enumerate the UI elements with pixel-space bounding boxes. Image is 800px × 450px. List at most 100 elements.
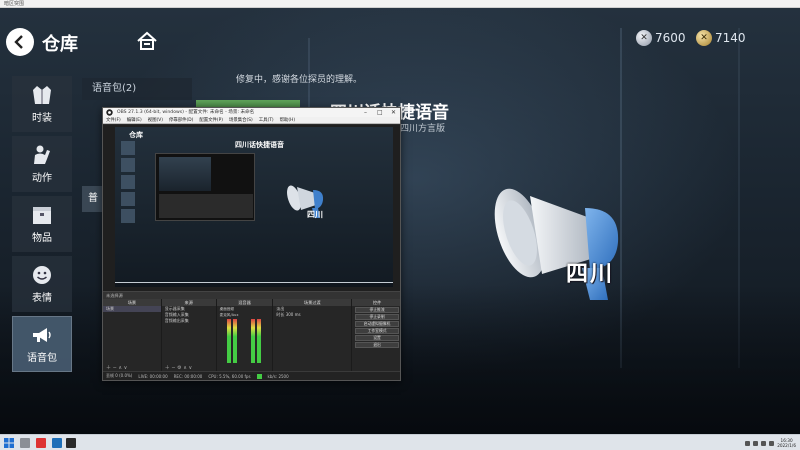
obs-title: OBS 27.1.3 (64-bit, windows) - 配置文件: 未命名… xyxy=(117,110,255,115)
status-cpu: CPU: 5.5%, 60.00 fps xyxy=(208,373,251,379)
voice-pack-tile[interactable]: 普 xyxy=(82,186,104,212)
status-rec: REC: 00:00:00 xyxy=(173,373,203,379)
status-dropped-frames: 丢帧 0 (0.0%) xyxy=(106,373,133,378)
nav-item-gesture[interactable]: 动作 xyxy=(12,136,72,192)
nav-label: 时装 xyxy=(32,113,52,124)
volume-meter xyxy=(250,319,255,363)
silver-currency: ✕ 7600 xyxy=(636,28,686,48)
preview-capture: 仓库 四川话快捷语音 四川 xyxy=(115,127,393,287)
stop-streaming-button[interactable]: 停止推流 xyxy=(355,307,399,313)
app-icon[interactable] xyxy=(36,438,46,448)
dock-title: 场景 xyxy=(103,299,161,306)
menu-view[interactable]: 视图(V) xyxy=(148,117,163,123)
obs-window[interactable]: OBS 27.1.3 (64-bit, windows) - 配置文件: 未命名… xyxy=(102,107,401,381)
minimize-icon[interactable]: – xyxy=(364,108,367,117)
back-button[interactable] xyxy=(6,28,34,56)
app-icon[interactable] xyxy=(52,438,62,448)
back-arrow-icon xyxy=(14,35,23,49)
gold-amount: 7140 xyxy=(715,31,746,45)
maintenance-notice: 修复中，感谢各位探员的理解。 xyxy=(236,75,363,85)
preview-nav xyxy=(121,141,135,251)
box-icon xyxy=(33,207,51,224)
menu-docks[interactable]: 停靠部件(D) xyxy=(169,117,193,123)
menu-help[interactable]: 帮助(H) xyxy=(280,117,296,123)
status-indicator-icon xyxy=(256,373,262,379)
virtual-camera-button[interactable]: 启动虚拟摄像机 xyxy=(355,321,399,327)
dock-tools[interactable]: ＋ − ⚙ ∧ ∨ xyxy=(165,364,192,371)
home-icon[interactable] xyxy=(136,30,158,52)
windows-start-icon[interactable] xyxy=(4,438,14,448)
obs-source-toolbar: 未选择源 xyxy=(103,291,400,299)
preview-taskbar xyxy=(115,282,393,287)
nav-label: 动作 xyxy=(32,173,52,184)
obs-statusbar: 丢帧 0 (0.0%) LIVE: 00:00:00 REC: 00:00:00… xyxy=(103,371,400,380)
nav-item-voice-pack[interactable]: 语音包 xyxy=(12,316,72,372)
studio-mode-button[interactable]: 工作室模式 xyxy=(355,328,399,334)
dock-title: 来源 xyxy=(161,299,216,306)
preview-title: 仓库 xyxy=(129,131,143,139)
scenes-dock: 场景 场景 ＋ − ∧ ∨ xyxy=(103,299,161,373)
window-title: 暗区突围 xyxy=(4,1,25,7)
dock-tools[interactable]: ＋ − ∧ ∨ xyxy=(106,364,127,371)
input-method-icon[interactable] xyxy=(769,440,775,446)
status-live: LIVE: 00:00:00 xyxy=(138,373,168,379)
source-item[interactable]: 音频输出采集 xyxy=(162,318,216,324)
windows-taskbar: 16:30 2022/1/6 xyxy=(0,434,800,450)
megaphone-icon xyxy=(494,188,619,300)
tray-icon[interactable] xyxy=(745,440,751,446)
scene-item[interactable]: 场景 xyxy=(103,306,161,312)
nav-item-emote[interactable]: 表情 xyxy=(12,256,72,312)
nav-label: 物品 xyxy=(32,233,52,244)
dock-title: 场景过渡 xyxy=(273,299,352,306)
volume-meter xyxy=(232,319,237,363)
silver-amount: 7600 xyxy=(655,31,686,45)
menu-tools[interactable]: 工具(T) xyxy=(259,117,274,123)
menu-edit[interactable]: 编辑(E) xyxy=(127,117,142,123)
silver-coin-icon: ✕ xyxy=(636,30,652,46)
sources-dock: 来源 显示器采集 音频输入采集 音频输出采集 ＋ − ⚙ ∧ ∨ xyxy=(161,299,216,373)
obs-taskbar-icon[interactable] xyxy=(66,438,76,448)
gold-currency: ✕ 7140 xyxy=(696,28,746,48)
side-nav: 时装 动作 物品 表情 语音包 xyxy=(12,76,72,376)
transitions-dock: 场景过渡 淡出 时长 300 ms xyxy=(273,299,352,373)
nav-item-fashion[interactable]: 时装 xyxy=(12,76,72,132)
nav-label: 表情 xyxy=(32,293,52,304)
obs-preview[interactable]: 仓库 四川话快捷语音 四川 xyxy=(103,125,400,291)
controls-dock: 控件 停止推流 停止录制 启动虚拟摄像机 工作室模式 设置 退出 xyxy=(352,299,400,373)
nav-item-items[interactable]: 物品 xyxy=(12,196,72,252)
network-icon[interactable] xyxy=(753,440,759,446)
obs-titlebar: OBS 27.1.3 (64-bit, windows) - 配置文件: 未命名… xyxy=(103,108,400,117)
dock-title: 混音器 xyxy=(216,299,273,306)
system-tray: 16:30 2022/1/6 xyxy=(745,435,796,450)
volume-meter xyxy=(256,319,261,363)
gold-coin-icon: ✕ xyxy=(696,30,712,46)
menu-profile[interactable]: 配置文件(P) xyxy=(199,117,223,123)
dock-title: 控件 xyxy=(352,299,400,306)
exit-button[interactable]: 退出 xyxy=(355,342,399,348)
nav-label: 语音包 xyxy=(27,353,57,364)
status-bitrate: kb/s: 2500 xyxy=(267,373,289,379)
smile-icon xyxy=(33,266,51,284)
obs-docks: 场景 场景 ＋ − ∧ ∨ 来源 显示器采集 音频输入采集 音频输出采集 ＋ −… xyxy=(103,299,400,373)
suit-icon xyxy=(33,86,51,104)
window-titlebar: 暗区突围 xyxy=(0,0,800,8)
clock-date: 2022/1/6 xyxy=(777,443,796,448)
obs-menubar: 文件(F) 编辑(E) 视图(V) 停靠部件(D) 配置文件(P) 场景集合(S… xyxy=(103,117,400,124)
menu-file[interactable]: 文件(F) xyxy=(106,117,121,123)
stop-recording-button[interactable]: 停止录制 xyxy=(355,314,399,320)
menu-scene-collection[interactable]: 场景集合(S) xyxy=(229,117,253,123)
clock[interactable]: 16:30 2022/1/6 xyxy=(777,438,796,448)
search-icon[interactable] xyxy=(20,438,30,448)
preview-recursive-capture xyxy=(155,153,255,221)
close-icon[interactable]: ✕ xyxy=(391,108,396,117)
mixer-dock: 混音器 桌面音频 麦克风/Aux xyxy=(216,299,273,373)
preview-badge: 四川 xyxy=(307,210,323,219)
settings-button[interactable]: 设置 xyxy=(355,335,399,341)
item-badge: 四川 xyxy=(566,262,615,287)
preview-item-name: 四川话快捷语音 xyxy=(235,141,284,149)
maximize-icon[interactable]: □ xyxy=(377,108,383,117)
volume-icon[interactable] xyxy=(761,440,767,446)
category-header: 语音包(2) xyxy=(82,78,192,100)
transition-duration[interactable]: 时长 300 ms xyxy=(273,312,351,318)
obs-logo-icon xyxy=(106,109,113,116)
